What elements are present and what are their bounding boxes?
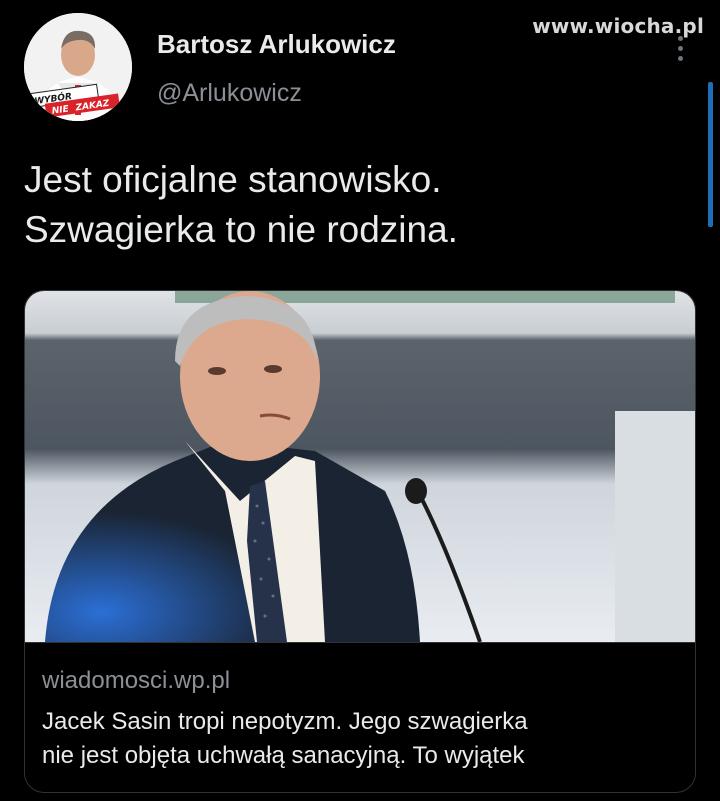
link-title-line: Jacek Sasin tropi nepotyzm. Jego szwagie… [42,708,528,735]
more-dot [677,35,683,41]
more-dot [677,45,683,51]
card-divider [25,642,695,643]
link-preview-image[interactable] [25,291,695,642]
link-domain: wiadomosci.wp.pl [42,667,231,694]
link-title-line: nie jest objęta uchwałą sanacyjną. To wy… [42,742,525,769]
author-display-name[interactable]: Bartosz Arlukowicz [157,29,396,60]
tweet-line: Jest oficjalne stanowisko. [24,159,442,200]
link-title[interactable]: Jacek Sasin tropi nepotyzm. Jego szwagie… [42,705,687,773]
speaker-photo [25,291,695,642]
scrollbar[interactable] [708,82,713,227]
more-options-icon[interactable] [670,30,690,66]
tweet-line: Szwagierka to nie rodzina. [24,209,458,250]
author-handle[interactable]: @Arlukowicz [157,79,302,108]
link-preview-card[interactable]: wiadomosci.wp.pl Jacek Sasin tropi nepot… [24,290,696,793]
avatar[interactable]: WYBÓR NIE ZAKAZ [24,13,132,121]
avatar-photo: WYBÓR NIE ZAKAZ [24,13,132,121]
tweet-text: Jest oficjalne stanowisko. Szwagierka to… [24,155,684,255]
more-dot [677,55,683,61]
